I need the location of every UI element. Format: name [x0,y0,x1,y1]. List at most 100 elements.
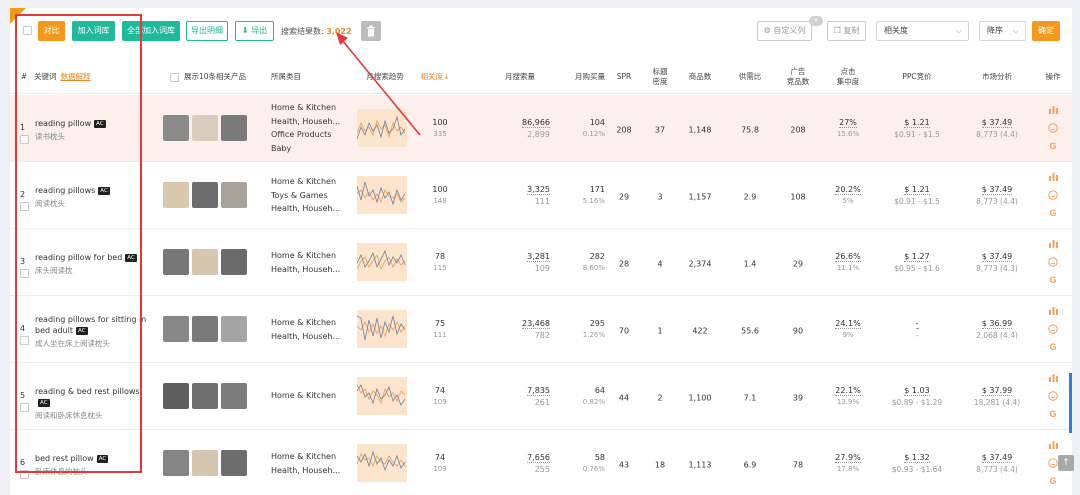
keyword-cell: reading pillows AC 阅读枕头 [35,185,147,209]
add-all-to-lib-button[interactable]: 全部加入词库 [122,21,180,41]
smile-icon[interactable] [1048,257,1058,269]
google-icon[interactable]: G [1048,476,1058,486]
smile-icon[interactable] [1048,123,1058,135]
keyword-link[interactable]: reading pillows for sitting in bed adult [35,315,146,335]
col-supply-ratio[interactable]: 供需比 [735,60,765,94]
relevance-cell: 78 115 [433,252,447,272]
table-row[interactable]: 4 reading pillows for sitting in bed adu… [10,296,1072,363]
row-checkbox[interactable] [20,403,29,412]
product-thumbnail[interactable] [163,182,189,208]
keyword-link[interactable]: bed rest pillow [35,454,94,463]
category-line: Home & Kitchen [271,177,337,186]
keyword-translation: 成人坐在床上阅读枕头 [35,339,110,348]
delete-button[interactable] [361,21,381,41]
search-trend-chart[interactable] [357,310,407,348]
keyword-translation: 读书枕头 [35,132,65,141]
smile-icon[interactable] [1048,458,1058,470]
search-trend-chart[interactable] [357,444,407,482]
google-icon[interactable]: G [1048,275,1058,285]
product-thumbnail[interactable] [221,182,247,208]
product-thumbnail[interactable] [192,450,218,476]
export-button[interactable]: ⬇ 导出 [235,21,274,41]
chevron-down-icon: ⌵ [1012,26,1019,35]
smile-icon[interactable] [1048,324,1058,336]
col-monthly-buy[interactable]: 月购买量 [565,60,615,94]
col-relevance[interactable]: 相关度↓ [415,60,455,94]
title-density-cell: 4 [657,259,663,269]
col-click-concentration[interactable]: 点击 集中度 [830,60,866,94]
table-row[interactable]: 2 reading pillows AC 阅读枕头 Home & Kitchen T… [10,162,1072,229]
add-to-lib-button[interactable]: 加入词库 [72,21,115,41]
product-thumbnail[interactable] [221,383,247,409]
bar-chart-icon[interactable] [1048,441,1058,451]
copy-button[interactable]: ❐ 复制 [827,21,866,41]
search-trend-chart[interactable] [357,243,407,281]
product-thumbnail[interactable] [163,316,189,342]
col-products: 展示10条相关产品 [170,60,270,94]
export-detail-button[interactable]: 导出明细 [186,21,228,41]
keyword-link[interactable]: reading pillow for bed [35,253,122,262]
keyword-cell: bed rest pillow AC 卧床休息的枕头 [35,453,147,477]
select-all-checkbox[interactable] [23,26,32,35]
col-ad-products[interactable]: 广告 竞品数 [780,60,816,94]
custom-columns-button[interactable]: ⚙ 自定义列 [757,21,812,41]
product-thumbnail[interactable] [221,450,247,476]
search-trend-chart[interactable] [357,109,407,147]
back-to-top-button[interactable]: ↑ [1058,455,1074,471]
keyword-link[interactable]: reading pillows [35,186,95,195]
bar-chart-icon[interactable] [1048,173,1058,183]
search-trend-chart[interactable] [357,176,407,214]
ad-products-cell: 90 [792,326,804,336]
row-checkbox[interactable] [20,135,29,144]
product-thumbnail[interactable] [221,249,247,275]
product-thumbnail[interactable] [163,115,189,141]
bar-chart-icon[interactable] [1048,307,1058,317]
row-checkbox[interactable] [20,336,29,345]
row-checkbox[interactable] [20,269,29,278]
google-icon[interactable]: G [1048,409,1058,419]
product-thumbnail[interactable] [192,115,218,141]
confirm-button[interactable]: 确定 [1032,21,1060,41]
col-product-count[interactable]: 商品数 [684,60,716,94]
product-thumbnail[interactable] [221,115,247,141]
market-analysis-cell: $ 37.49 8,773 (4.3) [976,252,1018,273]
scrollbar-indicator[interactable] [1069,373,1072,433]
compare-button[interactable]: 对比 [38,21,65,41]
bar-chart-icon[interactable] [1048,374,1058,384]
show-products-checkbox[interactable] [170,72,179,82]
product-thumbnail[interactable] [163,383,189,409]
bar-chart-icon[interactable] [1048,240,1058,250]
data-explain-link[interactable]: 数据解释 [61,72,91,82]
table-row[interactable]: 3 reading pillow for bed AC 床头阅读枕 Home & … [10,229,1072,296]
row-checkbox[interactable] [20,202,29,211]
search-trend-chart[interactable] [357,377,407,415]
sort-field-select[interactable]: 相关度 ⌵ [876,21,969,41]
keyword-link[interactable]: reading pillow [35,119,91,128]
col-index: # [20,72,28,81]
smile-icon[interactable] [1048,190,1058,202]
table-row[interactable]: 5 reading & bed rest pillows AC 阅读和卧床休息枕头… [10,363,1072,430]
sort-order-select[interactable]: 降序 ⌵ [979,21,1026,41]
google-icon[interactable]: G [1048,342,1058,352]
smile-icon[interactable] [1048,391,1058,403]
product-thumbnail[interactable] [192,249,218,275]
click-concentration-cell: 20.2% 5% [835,185,861,205]
product-thumbnail[interactable] [192,182,218,208]
google-icon[interactable]: G [1048,208,1058,218]
google-icon[interactable]: G [1048,141,1058,151]
table-row[interactable]: 6 bed rest pillow AC 卧床休息的枕头 Home & Kitch… [10,430,1072,495]
ad-products-cell: 208 [790,125,806,135]
product-thumbnail[interactable] [192,316,218,342]
product-thumbnail[interactable] [163,450,189,476]
row-checkbox[interactable] [20,470,29,479]
col-spr[interactable]: SPR [612,60,636,94]
table-row[interactable]: 1 reading pillow AC 读书枕头 Home & Kitchen He… [10,95,1072,162]
bar-chart-icon[interactable] [1048,106,1058,116]
product-thumbnail[interactable] [163,249,189,275]
col-monthly-search[interactable]: 月搜索量 [495,60,545,94]
col-category: 所属类目 [271,72,301,81]
product-thumbnail[interactable] [192,383,218,409]
col-title-density[interactable]: 标题 密度 [648,60,672,94]
keyword-link[interactable]: reading & bed rest pillows [35,387,140,396]
product-thumbnail[interactable] [221,316,247,342]
